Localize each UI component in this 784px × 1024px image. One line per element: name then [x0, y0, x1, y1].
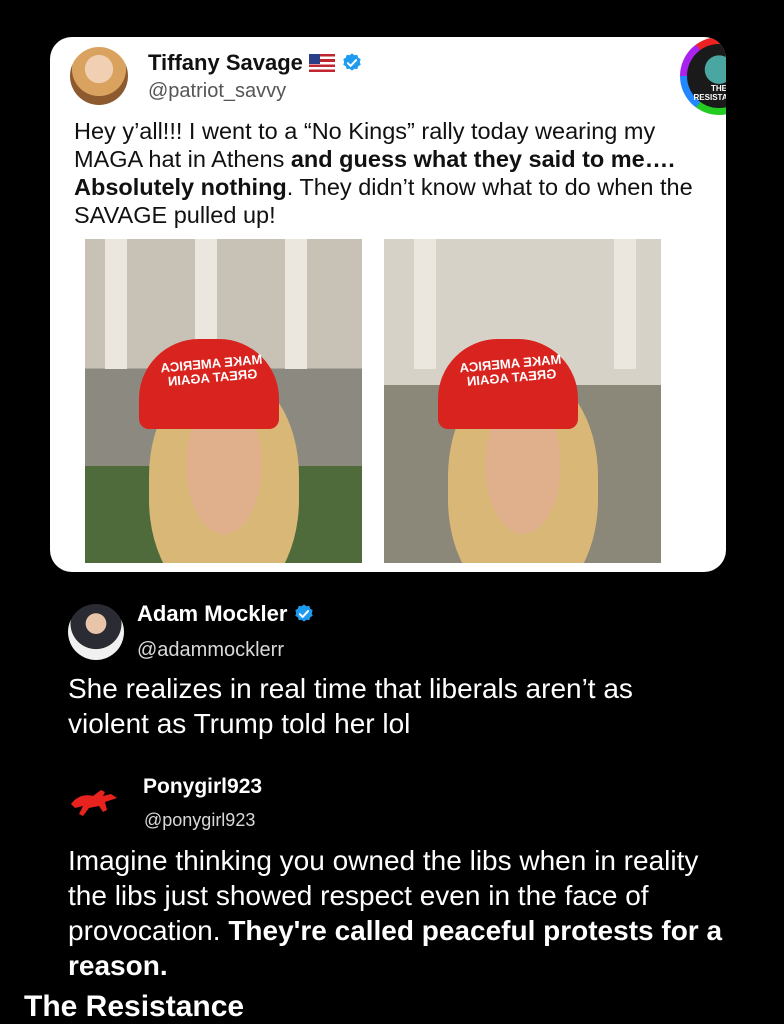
original-post-card: Tiffany Savage @patriot_savvy THE RESIST… [50, 37, 726, 572]
comment1-author-name[interactable]: Adam Mockler [137, 601, 287, 627]
building-column [414, 239, 436, 369]
comment2-author-name[interactable]: Ponygirl923 [143, 775, 262, 799]
comment1-text: She realizes in real time that liberals … [68, 673, 633, 739]
original-post-text: Hey y’all!!! I went to a “No Kings” rall… [74, 117, 714, 229]
comment2-handle[interactable]: @ponygirl923 [144, 810, 255, 831]
original-post-author-name[interactable]: Tiffany Savage [148, 50, 303, 76]
tiffany-avatar[interactable] [70, 47, 128, 105]
verified-badge-icon [343, 53, 361, 71]
ponygirl-avatar[interactable] [66, 774, 122, 830]
verified-badge-icon [295, 604, 314, 622]
logo-text: THE RESISTANCE [693, 84, 726, 102]
comment1-handle[interactable]: @adammocklerr [137, 639, 284, 662]
building-column [285, 239, 307, 369]
building-column [614, 239, 636, 369]
comment2-author-row: Ponygirl923 [143, 775, 262, 799]
comment1-author-row: Adam Mockler [137, 601, 315, 627]
comment2-text: Imagine thinking you owned the libs when… [68, 843, 728, 983]
adam-mockler-avatar[interactable] [68, 604, 124, 660]
liberty-statue-icon: THE RESISTANCE [687, 44, 726, 108]
post-photo-1[interactable]: MAKE AMERICA GREAT AGAIN [85, 239, 362, 563]
post-photo-2[interactable]: MAKE AMERICA GREAT AGAIN [384, 239, 661, 563]
footer-watermark-text: The Resistance [24, 990, 245, 1023]
mustang-horse-icon [71, 790, 117, 816]
original-post-handle[interactable]: @patriot_savvy [148, 80, 286, 103]
us-flag-icon [308, 54, 335, 72]
original-post-author-row: Tiffany Savage [148, 50, 363, 76]
the-resistance-logo: THE RESISTANCE [680, 37, 726, 115]
building-column [105, 239, 127, 369]
